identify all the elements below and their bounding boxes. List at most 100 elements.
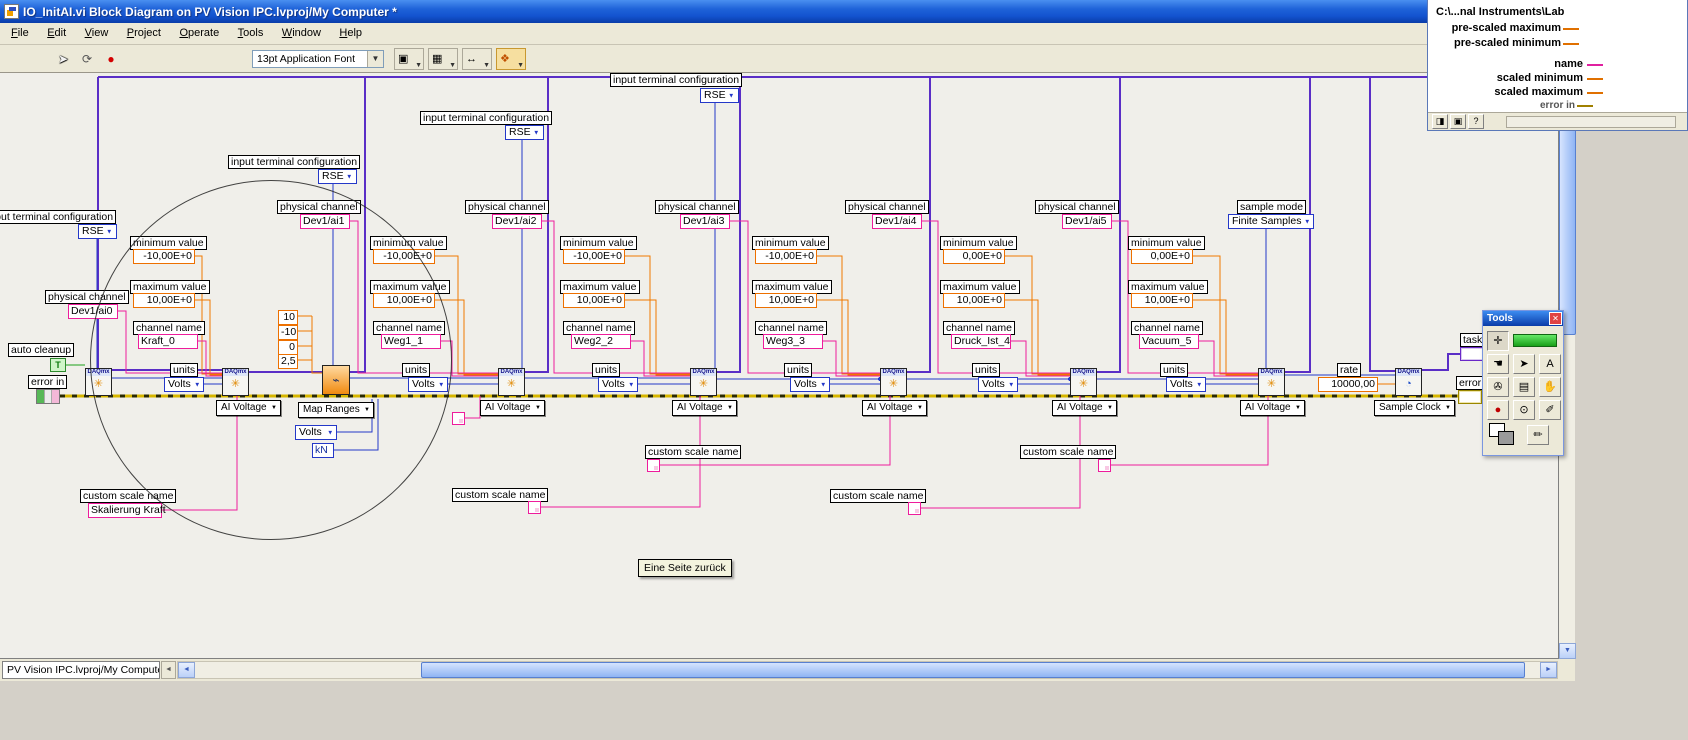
units-ring[interactable]: Volts ▼ [598,377,638,392]
input-terminal-config-ring[interactable]: RSE ▼ [318,169,357,184]
auto-cleanup-true-constant[interactable]: T [50,358,66,372]
custom-scale-terminal[interactable] [1098,459,1111,472]
maximum-value[interactable]: 10,00E+0 [373,293,435,308]
menu-help[interactable]: Help [332,23,369,42]
map-ranges-constant[interactable]: 10 [278,310,298,325]
run-button[interactable]: ➤ [52,48,74,70]
physical-channel-value[interactable]: Dev1/ai2 [492,214,542,229]
physical-channel-value[interactable]: Dev1/ai3 [680,214,730,229]
wire-tool[interactable]: ✇ [1487,377,1509,397]
sample-mode-ring[interactable]: Finite Samples ▼ [1228,214,1315,229]
maximum-value[interactable]: 10,00E+0 [755,293,817,308]
distribute-objects-button[interactable]: ▦ ▼ [428,48,458,70]
maximum-value[interactable]: 10,00E+0 [563,293,625,308]
units-ring[interactable]: Volts ▼ [1166,377,1206,392]
custom-scale-terminal[interactable] [528,501,541,514]
channel-name-value[interactable]: Weg2_2 [571,334,631,349]
units-ring[interactable]: Volts ▼ [408,377,448,392]
custom-scale-terminal[interactable] [908,502,921,515]
color-copy-tool[interactable]: ✐ [1539,400,1561,420]
help-question-icon[interactable]: ? [1468,114,1484,129]
units-ring[interactable]: Volts ▼ [790,377,830,392]
daqmx-create-channel-node[interactable]: DAQmx ✳ [880,368,907,396]
minimum-value[interactable]: 0,00E+0 [1131,249,1193,264]
tools-palette[interactable]: Tools ✕ ✛ ☚ ➤ A ✇ ▤ ✋ ● ⊙ ✐ ✏ [1482,310,1564,456]
sample-clock-selector[interactable]: Sample Clock ▼ [1374,400,1455,416]
auto-tool-button[interactable]: ✛ [1487,331,1509,351]
units-ring[interactable]: Volts ▼ [164,377,204,392]
dropdown-arrow-icon[interactable]: ▼ [367,51,383,67]
daqmx-create-channel-node[interactable]: DAQmx ✳ [690,368,717,396]
map-ranges-node[interactable]: ⌁ [322,365,350,395]
diagram-tab[interactable]: PV Vision IPC.lvproj/My Computer [2,661,160,679]
help-view-icon[interactable]: ◨ [1432,114,1448,129]
tab-scroll-left-icon[interactable]: ◄ [161,661,176,679]
context-help-window[interactable]: C:\...nal Instruments\Lab pre-scaled max… [1427,0,1688,131]
probe-tool[interactable]: ⊙ [1513,400,1535,420]
channel-name-value[interactable]: Druck_Ist_4 [951,334,1011,349]
scroll-down-icon[interactable]: ▼ [1559,643,1576,659]
map-ranges-constant[interactable]: 0 [278,340,298,355]
breakpoint-tool[interactable]: ● [1487,400,1509,420]
daqmx-create-channel-node[interactable]: DAQmx ✳ [222,368,249,396]
physical-channel-value[interactable]: Dev1/ai5 [1062,214,1112,229]
daqmx-timing-node[interactable]: DAQmx ◔ [1395,368,1422,396]
minimum-value[interactable]: -10,00E+0 [563,249,625,264]
help-scrollbar[interactable] [1506,116,1676,128]
units-ring[interactable]: Volts ▼ [978,377,1018,392]
map-ranges-constant[interactable]: -10 [278,325,298,340]
ai-voltage-selector[interactable]: AI Voltage ▼ [1052,400,1117,416]
physical-channel-value[interactable]: Dev1/ai4 [872,214,922,229]
custom-scale-string[interactable]: Skalierung Kraft [88,503,166,518]
block-diagram-canvas[interactable]: input terminal configuration RSE▼ input … [0,73,1558,659]
error-in-cluster[interactable] [36,389,60,404]
channel-name-value[interactable]: Weg3_3 [763,334,823,349]
position-tool[interactable]: ➤ [1513,354,1535,374]
physical-channel-value[interactable]: Dev1/ai1 [300,214,350,229]
edit-text-tool[interactable]: A [1539,354,1561,374]
error-terminal[interactable] [1458,390,1482,404]
menu-window[interactable]: Window [275,23,328,42]
horizontal-scrollbar[interactable]: ◄ ► [177,661,1558,679]
scroll-hand-tool[interactable]: ✋ [1539,377,1561,397]
scroll-left-icon[interactable]: ◄ [178,662,195,678]
menu-file[interactable]: File [4,23,36,42]
minimum-value[interactable]: 0,00E+0 [943,249,1005,264]
daqmx-create-task-node[interactable]: DAQmx ✳ [85,368,112,396]
map-ranges-selector[interactable]: Map Ranges ▼ [298,402,374,418]
resize-objects-button[interactable]: ↔ ▼ [462,48,492,70]
minimum-value[interactable]: -10,00E+0 [373,249,435,264]
font-selector[interactable]: 13pt Application Font ▼ [252,50,384,68]
maximum-value[interactable]: 10,00E+0 [133,293,195,308]
horizontal-scrollbar-thumb[interactable] [421,662,1525,678]
ai-voltage-selector[interactable]: AI Voltage ▼ [862,400,927,416]
input-terminal-config-ring[interactable]: RSE ▼ [505,125,544,140]
task-terminal[interactable] [1460,347,1484,361]
ai-voltage-selector[interactable]: AI Voltage ▼ [480,400,545,416]
abort-button[interactable]: ● [100,48,122,70]
input-terminal-config-ring[interactable]: RSE ▼ [78,224,117,239]
channel-name-value[interactable]: Weg1_1 [381,334,441,349]
set-color-tool[interactable] [1489,423,1519,447]
daqmx-create-channel-node[interactable]: DAQmx ✳ [1258,368,1285,396]
daqmx-create-channel-node[interactable]: DAQmx ✳ [1070,368,1097,396]
menu-tools[interactable]: Tools [231,23,271,42]
custom-scale-terminal[interactable] [452,412,465,425]
custom-scale-terminal[interactable] [647,459,660,472]
close-icon[interactable]: ✕ [1549,312,1562,325]
brush-tool[interactable]: ✏ [1527,425,1549,445]
run-continuous-button[interactable]: ⟳ [76,48,98,70]
menu-operate[interactable]: Operate [172,23,226,42]
channel-name-value[interactable]: Vacuum_5 [1139,334,1199,349]
minimum-value[interactable]: -10,00E+0 [755,249,817,264]
ai-voltage-selector[interactable]: AI Voltage ▼ [672,400,737,416]
operate-value-tool[interactable]: ☚ [1487,354,1509,374]
ai-voltage-selector[interactable]: AI Voltage ▼ [1240,400,1305,416]
help-lock-icon[interactable]: ▣ [1450,114,1466,129]
input-terminal-config-ring[interactable]: RSE ▼ [700,88,739,103]
align-objects-button[interactable]: ▣ ▼ [394,48,424,70]
map-ranges-unit-out[interactable]: kN [312,443,334,458]
map-ranges-constant[interactable]: 2,5 [278,354,298,369]
map-ranges-unit-in-ring[interactable]: Volts ▼ [295,425,337,440]
title-bar[interactable]: IO_InitAI.vi Block Diagram on PV Vision … [0,0,1575,23]
